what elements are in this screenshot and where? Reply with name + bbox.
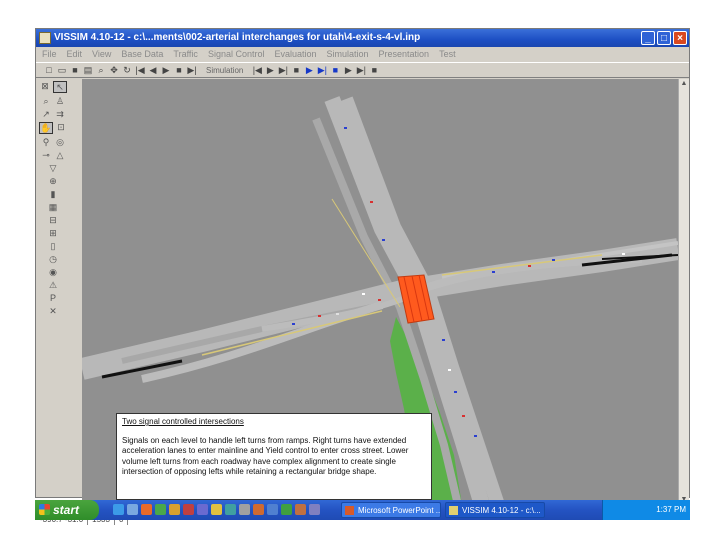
media-quicklaunch-icon[interactable]: [141, 504, 152, 515]
test-stop-icon[interactable]: ■: [369, 65, 379, 75]
transit-stop-icon[interactable]: ▦: [47, 202, 59, 212]
test-step-icon[interactable]: ▶|: [356, 65, 366, 75]
travel-time-icon[interactable]: ◷: [47, 254, 59, 264]
animation-stop-icon[interactable]: ■: [174, 65, 184, 75]
start-button[interactable]: start: [35, 500, 99, 520]
maximize-button[interactable]: □: [657, 31, 671, 45]
callout-body: Signals on each level to handle left tur…: [122, 435, 409, 477]
menu-signal-control[interactable]: Signal Control: [208, 47, 265, 61]
powerpoint-icon: [345, 506, 354, 515]
priority-icon[interactable]: △: [54, 150, 66, 160]
new-file-icon[interactable]: □: [44, 65, 54, 75]
folder-quicklaunch-icon[interactable]: [169, 504, 180, 515]
vissim-task-icon: [449, 506, 458, 515]
menu-test[interactable]: Test: [439, 47, 456, 61]
animation-end-icon[interactable]: ▶|: [187, 65, 197, 75]
sim-continuous-icon[interactable]: ▶: [304, 65, 314, 75]
vertical-scrollbar[interactable]: ▲ ▼: [678, 79, 689, 505]
animation-play-icon[interactable]: ▶: [161, 65, 171, 75]
menu-presentation[interactable]: Presentation: [379, 47, 430, 61]
sim-stop-icon[interactable]: ■: [291, 65, 301, 75]
signal-head-icon[interactable]: ⊕: [47, 176, 59, 186]
rotate-icon[interactable]: ↻: [122, 65, 132, 75]
scroll-up-icon[interactable]: ▲: [680, 80, 688, 88]
save-icon[interactable]: ■: [70, 65, 80, 75]
animation-back-icon[interactable]: ◀: [148, 65, 158, 75]
excel-quicklaunch-icon[interactable]: [281, 504, 292, 515]
system-tray: 1:37 PM: [602, 500, 690, 520]
pan-icon[interactable]: ✥: [109, 65, 119, 75]
network-canvas[interactable]: Two signal controlled intersections Sign…: [82, 79, 678, 505]
zoom-in-icon[interactable]: ⌕: [40, 96, 52, 106]
vissim-app-icon: [39, 32, 51, 44]
menu-view[interactable]: View: [92, 47, 111, 61]
data-collection-icon[interactable]: ▯: [47, 241, 59, 251]
routes-icon[interactable]: ✋: [39, 122, 53, 134]
test-play-icon[interactable]: ▶: [343, 65, 353, 75]
close-button[interactable]: ×: [673, 31, 687, 45]
windows-logo-icon: [39, 504, 50, 515]
stop-sign-icon[interactable]: ◎: [54, 137, 66, 147]
windows-taskbar: start Microsoft PowerPoint ... VISSIM 4.…: [35, 500, 690, 520]
callout-title: Two signal controlled intersections: [122, 417, 244, 426]
links-icon[interactable]: ↗: [40, 109, 52, 119]
word-quicklaunch-icon[interactable]: [267, 504, 278, 515]
pdf-quicklaunch-icon[interactable]: [253, 504, 264, 515]
conflict-icon[interactable]: ⊸: [40, 150, 52, 160]
sim-rewind-icon[interactable]: |◀: [252, 65, 262, 75]
annotation-callout: Two signal controlled intersections Sign…: [116, 413, 432, 500]
transit-line-icon[interactable]: ⊟: [47, 215, 59, 225]
menu-simulation[interactable]: Simulation: [327, 47, 369, 61]
title-bar[interactable]: VISSIM 4.10-12 - c:\...ments\002-arteria…: [36, 29, 689, 47]
menu-edit[interactable]: Edit: [67, 47, 83, 61]
view-icon[interactable]: ⊠: [39, 81, 51, 91]
person-icon[interactable]: ♙: [54, 96, 66, 106]
menu-bar: File Edit View Base Data Traffic Signal …: [36, 47, 689, 61]
menu-base-data[interactable]: Base Data: [121, 47, 163, 61]
parking-lot-icon[interactable]: P: [47, 293, 59, 303]
start-label: start: [53, 503, 80, 517]
extra-quicklaunch-icon[interactable]: [309, 504, 320, 515]
main-toolbar: □ ▭ ■ ▤ ⌕ ✥ ↻ |◀ ◀ ▶ ■ ▶| Simulation |◀ …: [36, 62, 689, 78]
simulation-toolbar-label: Simulation: [206, 65, 244, 75]
node-icon[interactable]: ⊞: [47, 228, 59, 238]
desktop-quicklaunch-icon[interactable]: [127, 504, 138, 515]
open-folder-icon[interactable]: ▭: [57, 65, 67, 75]
yield-icon[interactable]: ▽: [47, 163, 59, 173]
taskbar-item-powerpoint[interactable]: Microsoft PowerPoint ...: [341, 502, 441, 518]
window-title: VISSIM 4.10-12 - c:\...ments\002-arteria…: [54, 32, 421, 43]
queue-counter-icon[interactable]: ◉: [47, 267, 59, 277]
vissim-window: VISSIM 4.10-12 - c:\...ments\002-arteria…: [35, 28, 690, 525]
warning-icon[interactable]: ⚠: [47, 280, 59, 290]
sim-halt-icon[interactable]: ■: [330, 65, 340, 75]
sim-play-icon[interactable]: ▶: [265, 65, 275, 75]
detector-icon[interactable]: ▮: [47, 189, 59, 199]
app-quicklaunch-icon[interactable]: [155, 504, 166, 515]
notes-quicklaunch-icon[interactable]: [197, 504, 208, 515]
office-quicklaunch-icon[interactable]: [183, 504, 194, 515]
menu-traffic[interactable]: Traffic: [173, 47, 198, 61]
tool-quicklaunch-icon[interactable]: [225, 504, 236, 515]
sim-step-icon[interactable]: ▶|: [278, 65, 288, 75]
crossing-icon[interactable]: ✕: [47, 306, 59, 316]
route-decision-icon[interactable]: ⚲: [40, 137, 52, 147]
parking-icon[interactable]: ⊡: [55, 122, 67, 132]
menu-evaluation[interactable]: Evaluation: [274, 47, 316, 61]
minimize-button[interactable]: _: [641, 31, 655, 45]
taskbar-item-vissim[interactable]: VISSIM 4.10-12 - c:\...: [445, 502, 545, 518]
sim-single-step-icon[interactable]: ▶|: [317, 65, 327, 75]
select-icon[interactable]: ↖: [53, 81, 67, 93]
network-toolbar: ⊠ ↖ ⌕ ♙ ↗ ⇉ ✋ ⊡ ⚲ ◎ ⊸ △ ▽ ⊕ ▮ ▦ ⊟ ⊞ ▯ ◷ ◉ ⚠ P …: [36, 79, 70, 381]
ie-quicklaunch-icon[interactable]: [113, 504, 124, 515]
misc-quicklaunch-icon[interactable]: [239, 504, 250, 515]
zoom-icon[interactable]: ⌕: [96, 65, 106, 75]
print-icon[interactable]: ▤: [83, 65, 93, 75]
mail-quicklaunch-icon[interactable]: [211, 504, 222, 515]
vehicle-inputs-icon[interactable]: ⇉: [54, 109, 66, 119]
animation-start-icon[interactable]: |◀: [135, 65, 145, 75]
tray-clock[interactable]: 1:37 PM: [656, 505, 686, 514]
menu-file[interactable]: File: [42, 47, 57, 61]
ppt-quicklaunch-icon[interactable]: [295, 504, 306, 515]
